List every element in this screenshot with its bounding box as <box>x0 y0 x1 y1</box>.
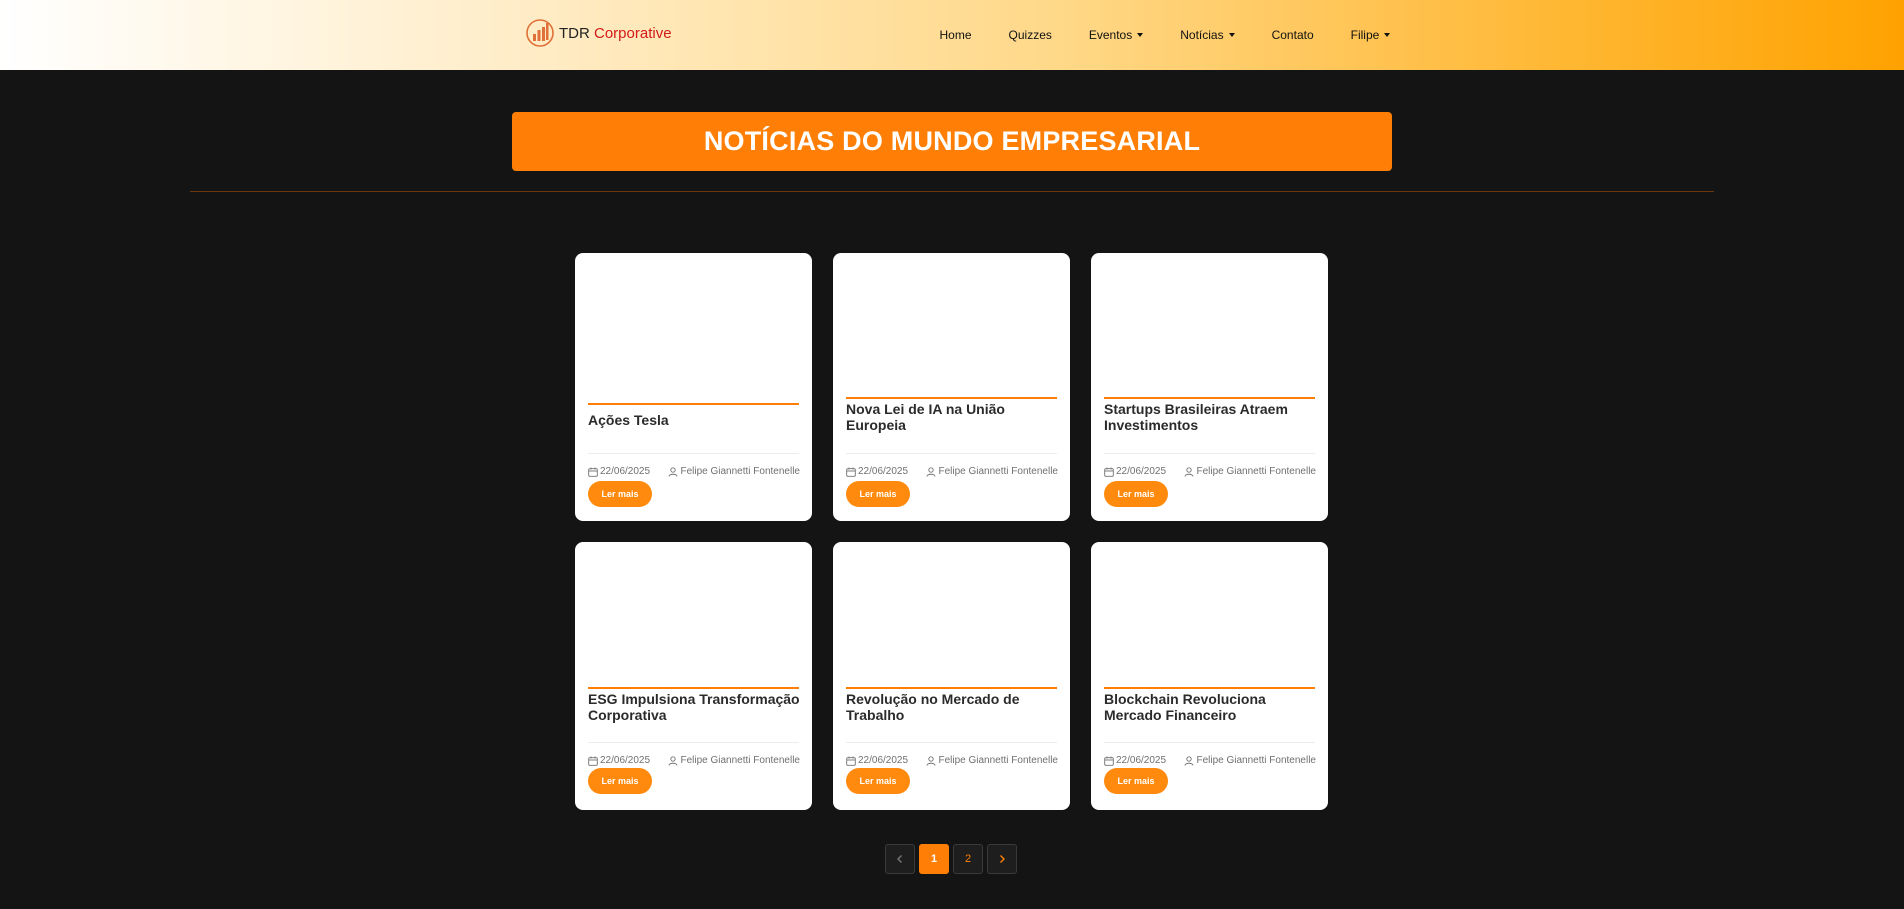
nav-quizzes[interactable]: Quizzes <box>990 28 1070 42</box>
card-author: Felipe Giannetti Fontenelle <box>938 755 1058 766</box>
card-title: Startups Brasileiras Atraem Investimento… <box>1104 401 1288 433</box>
nav-eventos-dropdown[interactable]: Eventos <box>1070 28 1161 42</box>
card-title: Ações Tesla <box>588 412 669 428</box>
chevron-left-icon <box>897 855 902 863</box>
card-author: Felipe Giannetti Fontenelle <box>1196 755 1316 766</box>
brand-name: TDR Corporative <box>559 24 672 42</box>
read-more-button[interactable]: Ler mais <box>1104 768 1168 794</box>
card-accent-line <box>1104 397 1315 399</box>
prev-page-button[interactable] <box>885 844 915 874</box>
read-more-button[interactable]: Ler mais <box>846 481 910 507</box>
card-author: Felipe Giannetti Fontenelle <box>680 466 800 477</box>
card-meta: 22/06/2025 Felipe Giannetti Fontenelle <box>588 755 800 766</box>
calendar-icon <box>846 467 856 477</box>
card-date: 22/06/2025 <box>1116 466 1167 477</box>
card-meta: 22/06/2025 Felipe Giannetti Fontenelle <box>846 755 1058 766</box>
card-date: 22/06/2025 <box>1116 755 1167 766</box>
user-icon <box>927 466 936 477</box>
nav-contato[interactable]: Contato <box>1253 28 1332 42</box>
news-card: Blockchain Revoluciona Mercado Financeir… <box>1091 542 1328 810</box>
user-icon <box>1185 755 1194 766</box>
card-separator <box>588 742 799 743</box>
calendar-icon <box>1104 467 1114 477</box>
calendar-icon <box>846 756 856 766</box>
page-2-button[interactable]: 2 <box>953 844 983 874</box>
user-icon <box>669 466 678 477</box>
card-accent-line <box>588 687 799 689</box>
card-accent-line <box>846 397 1057 399</box>
card-author: Felipe Giannetti Fontenelle <box>938 466 1058 477</box>
card-meta: 22/06/2025 Felipe Giannetti Fontenelle <box>846 466 1058 477</box>
card-meta: 22/06/2025 Felipe Giannetti Fontenelle <box>1104 466 1316 477</box>
card-separator <box>846 453 1057 454</box>
card-date: 22/06/2025 <box>600 755 651 766</box>
page-title: NOTÍCIAS DO MUNDO EMPRESARIAL <box>703 126 1201 156</box>
nav-noticias-dropdown[interactable]: Notícias <box>1162 28 1253 42</box>
nav-user-dropdown[interactable]: Filipe <box>1332 28 1409 42</box>
read-more-button[interactable]: Ler mais <box>846 768 910 794</box>
calendar-icon <box>588 467 598 477</box>
pagination: 1 2 <box>885 844 1021 874</box>
navbar: TDR Corporative Home Quizzes Eventos Not… <box>0 0 1904 70</box>
user-icon <box>669 755 678 766</box>
read-more-button[interactable]: Ler mais <box>588 481 652 507</box>
caret-down-icon <box>1384 33 1391 37</box>
user-icon <box>1185 466 1194 477</box>
chart-logo-icon <box>526 19 554 47</box>
news-card: Ações Tesla 22/06/2025 Felipe Giannetti … <box>575 253 812 521</box>
chevron-right-icon <box>1000 855 1005 863</box>
card-separator <box>1104 453 1315 454</box>
card-date: 22/06/2025 <box>858 755 909 766</box>
card-accent-line <box>1104 687 1315 689</box>
news-card: Revolução no Mercado de Trabalho 22/06/2… <box>833 542 1070 810</box>
news-card: Nova Lei de IA na União Europeia 22/06/2… <box>833 253 1070 521</box>
caret-down-icon <box>1137 33 1144 37</box>
page-title-banner: NOTÍCIAS DO MUNDO EMPRESARIAL <box>512 112 1392 171</box>
page-1-button[interactable]: 1 <box>919 844 949 874</box>
card-date: 22/06/2025 <box>858 466 909 477</box>
next-page-button[interactable] <box>987 844 1017 874</box>
card-separator <box>846 742 1057 743</box>
card-accent-line <box>588 403 799 405</box>
nav-home[interactable]: Home <box>921 28 990 42</box>
card-title: Blockchain Revoluciona Mercado Financeir… <box>1104 691 1266 723</box>
card-separator <box>588 453 799 454</box>
card-meta: 22/06/2025 Felipe Giannetti Fontenelle <box>1104 755 1316 766</box>
card-separator <box>1104 742 1315 743</box>
card-accent-line <box>846 687 1057 689</box>
caret-down-icon <box>1228 33 1235 37</box>
card-title: Nova Lei de IA na União Europeia <box>846 401 1005 433</box>
card-meta: 22/06/2025 Felipe Giannetti Fontenelle <box>588 466 800 477</box>
read-more-button[interactable]: Ler mais <box>588 768 652 794</box>
card-author: Felipe Giannetti Fontenelle <box>680 755 800 766</box>
news-card: Startups Brasileiras Atraem Investimento… <box>1091 253 1328 521</box>
card-date: 22/06/2025 <box>600 466 651 477</box>
calendar-icon <box>588 756 598 766</box>
read-more-button[interactable]: Ler mais <box>1104 481 1168 507</box>
news-card: ESG Impulsiona Transformação Corporativa… <box>575 542 812 810</box>
card-title: ESG Impulsiona Transformação Corporativa <box>588 691 800 723</box>
card-title: Revolução no Mercado de Trabalho <box>846 691 1020 723</box>
calendar-icon <box>1104 756 1114 766</box>
main-nav: Home Quizzes Eventos Notícias Contato Fi… <box>921 0 1409 70</box>
brand-link[interactable]: TDR Corporative <box>525 16 672 50</box>
user-icon <box>927 755 936 766</box>
section-divider <box>190 191 1714 192</box>
card-author: Felipe Giannetti Fontenelle <box>1196 466 1316 477</box>
